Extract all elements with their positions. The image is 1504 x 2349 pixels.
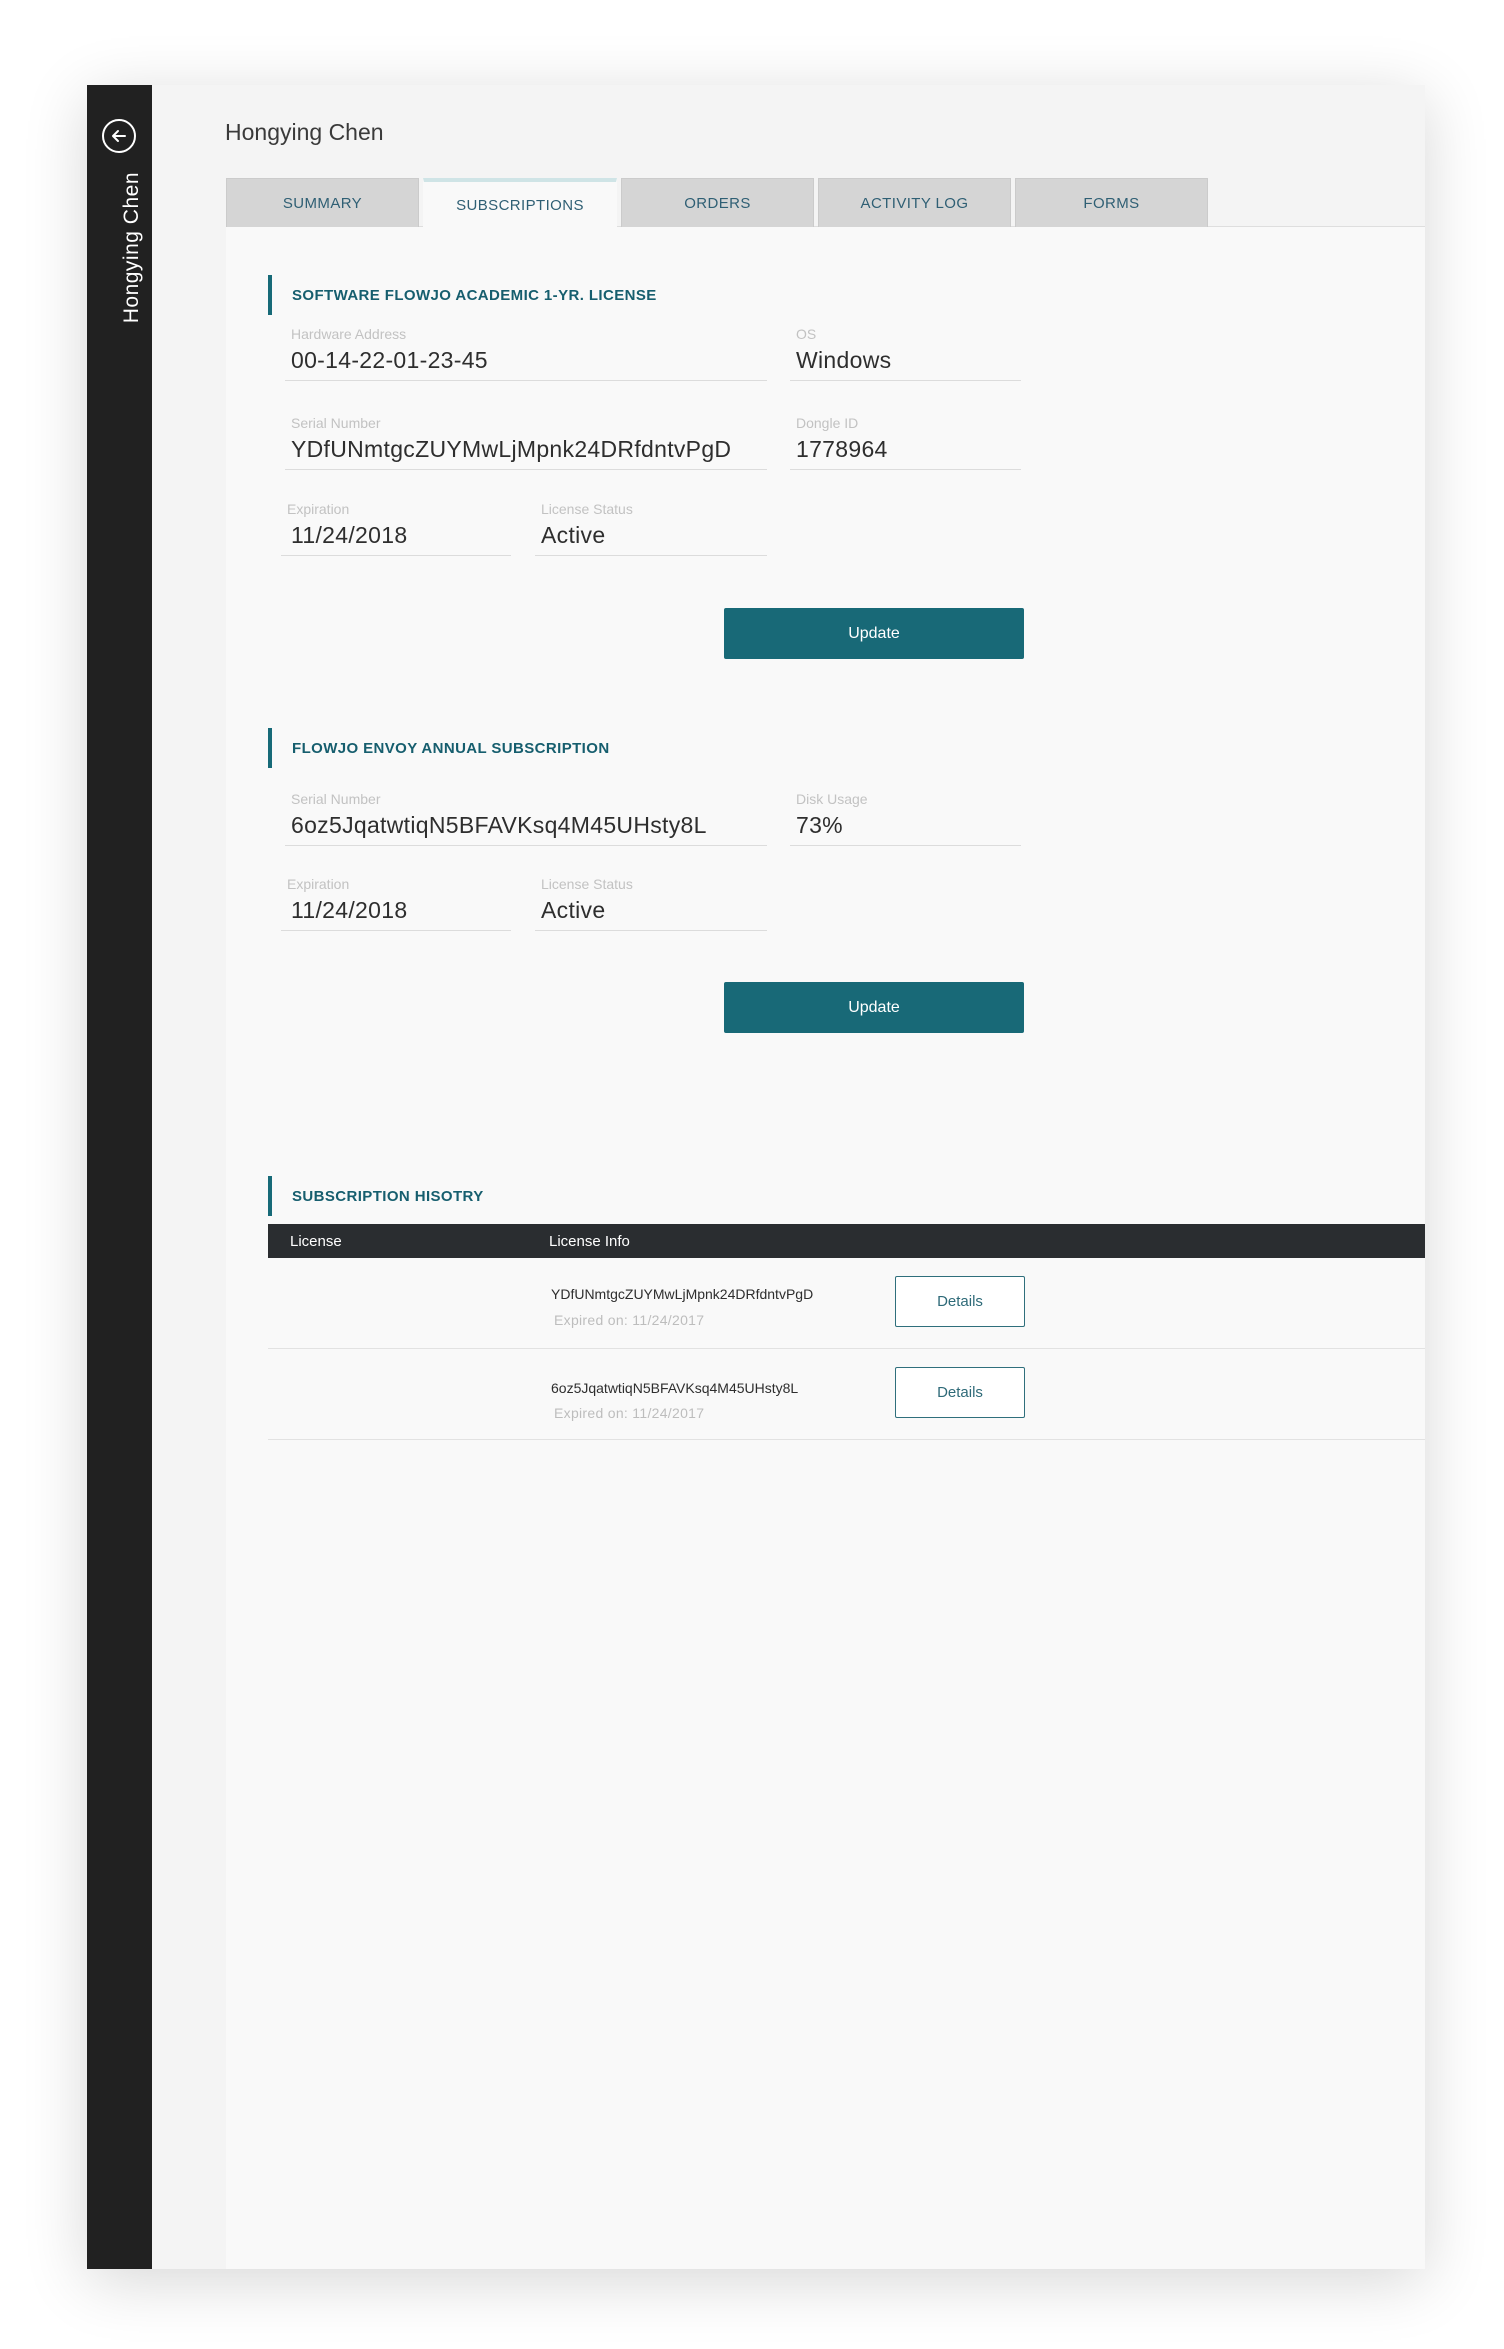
- os-label: OS: [796, 326, 817, 342]
- envoy-serial-number-value: 6oz5JqatwtiqN5BFAVKsq4M45UHsty8L: [291, 812, 707, 838]
- license-update-button[interactable]: Update: [724, 608, 1024, 659]
- envoy-expiration-value: 11/24/2018: [291, 897, 408, 923]
- envoy-expiration-label: Expiration: [287, 876, 350, 892]
- app-window: Hongying Chen Hongying Chen SUMMARY SUBS…: [87, 85, 1425, 2269]
- envoy-license-status-label: License Status: [541, 876, 633, 892]
- license-status-value: Active: [541, 522, 606, 548]
- os-field: OS Windows: [790, 323, 1021, 381]
- history-row: 6oz5JqatwtiqN5BFAVKsq4M45UHsty8L Expired…: [268, 1349, 1425, 1440]
- history-row-expired: Expired on: 11/24/2017: [554, 1405, 705, 1421]
- tab-subscriptions[interactable]: SUBSCRIPTIONS: [423, 178, 617, 228]
- os-value: Windows: [796, 347, 892, 373]
- history-table-header: License License Info: [268, 1224, 1425, 1258]
- envoy-update-button[interactable]: Update: [724, 982, 1024, 1033]
- history-row-serial: YDfUNmtgcZUYMwLjMpnk24DRfdntvPgD: [551, 1286, 814, 1302]
- license-section-title: SOFTWARE FLOWJO ACADEMIC 1-YR. LICENSE: [268, 275, 657, 315]
- dongle-id-field: Dongle ID 1778964: [790, 412, 1021, 470]
- license-status-field: License Status Active: [535, 498, 767, 556]
- hardware-address-field: Hardware Address 00-14-22-01-23-45: [285, 323, 767, 381]
- envoy-serial-number-field: Serial Number 6oz5JqatwtiqN5BFAVKsq4M45U…: [285, 788, 767, 846]
- envoy-section-title: FLOWJO ENVOY ANNUAL SUBSCRIPTION: [268, 728, 610, 768]
- tab-activity-log[interactable]: ACTIVITY LOG: [818, 178, 1011, 227]
- envoy-license-status-field: License Status Active: [535, 873, 767, 931]
- history-section-title: SUBSCRIPTION HISOTRY: [268, 1176, 484, 1216]
- disk-usage-label: Disk Usage: [796, 791, 868, 807]
- tab-forms[interactable]: FORMS: [1015, 178, 1208, 227]
- column-header-license-info: License Info: [549, 1233, 630, 1250]
- tab-bar: SUMMARY SUBSCRIPTIONS ORDERS ACTIVITY LO…: [226, 178, 1425, 228]
- page-title: Hongying Chen: [225, 119, 384, 145]
- expiration-value: 11/24/2018: [291, 522, 408, 548]
- envoy-serial-number-label: Serial Number: [291, 791, 381, 807]
- expiration-label: Expiration: [287, 501, 350, 517]
- dongle-id-label: Dongle ID: [796, 415, 859, 431]
- disk-usage-field: Disk Usage 73%: [790, 788, 1021, 846]
- history-row: YDfUNmtgcZUYMwLjMpnk24DRfdntvPgD Expired…: [268, 1258, 1425, 1349]
- tab-summary[interactable]: SUMMARY: [226, 178, 419, 227]
- envoy-license-status-value: Active: [541, 897, 606, 923]
- expiration-field: Expiration 11/24/2018: [281, 498, 511, 556]
- column-header-license: License: [290, 1233, 342, 1250]
- details-button[interactable]: Details: [895, 1276, 1025, 1327]
- hardware-address-label: Hardware Address: [291, 326, 407, 342]
- serial-number-value: YDfUNmtgcZUYMwLjMpnk24DRfdntvPgD: [291, 436, 732, 462]
- tab-orders[interactable]: ORDERS: [621, 178, 814, 227]
- serial-number-field: Serial Number YDfUNmtgcZUYMwLjMpnk24DRfd…: [285, 412, 767, 470]
- sidebar: Hongying Chen: [87, 85, 152, 2269]
- license-status-label: License Status: [541, 501, 633, 517]
- history-row-serial: 6oz5JqatwtiqN5BFAVKsq4M45UHsty8L: [551, 1380, 799, 1396]
- serial-number-label: Serial Number: [291, 415, 381, 431]
- disk-usage-value: 73%: [796, 812, 843, 838]
- dongle-id-value: 1778964: [796, 436, 888, 462]
- subscriptions-panel: SOFTWARE FLOWJO ACADEMIC 1-YR. LICENSE H…: [226, 227, 1425, 2269]
- envoy-expiration-field: Expiration 11/24/2018: [281, 873, 511, 931]
- arrow-left-icon: [112, 130, 126, 142]
- sidebar-user-name: Hongying Chen: [120, 172, 143, 324]
- hardware-address-value: 00-14-22-01-23-45: [291, 347, 488, 373]
- details-button[interactable]: Details: [895, 1367, 1025, 1418]
- history-row-expired: Expired on: 11/24/2017: [554, 1312, 705, 1328]
- back-button[interactable]: [102, 119, 136, 153]
